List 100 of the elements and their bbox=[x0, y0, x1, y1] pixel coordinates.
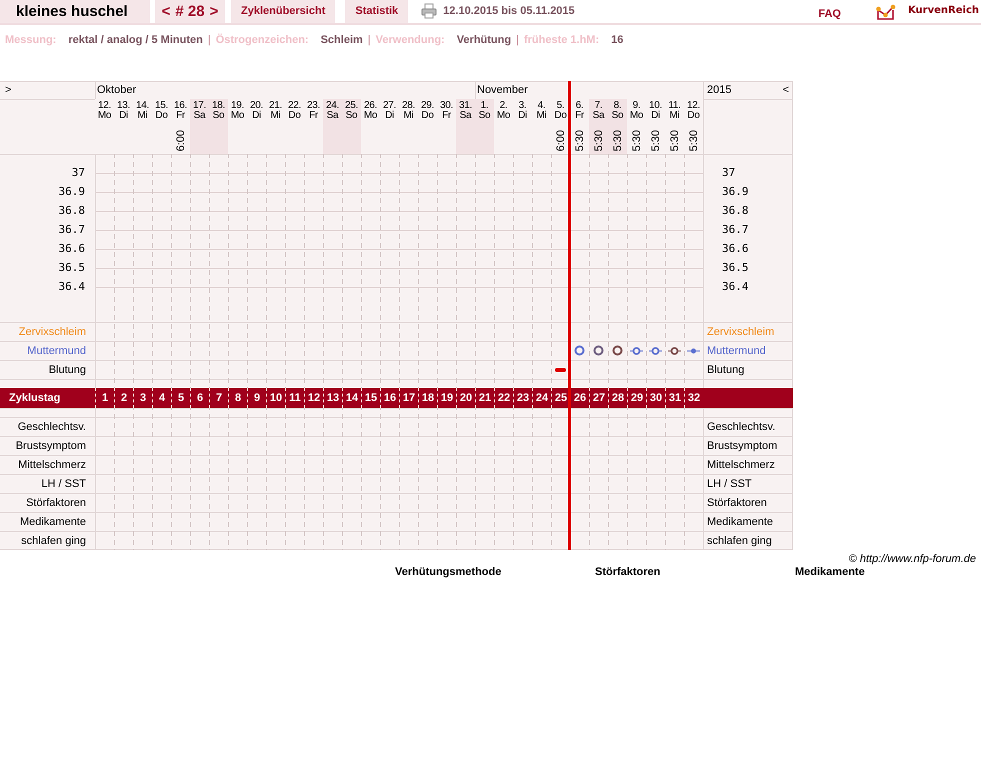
cycle-day-number: 30 bbox=[646, 388, 665, 408]
info-label: früheste 1.hM: bbox=[524, 34, 600, 46]
date-label: 23. bbox=[306, 101, 320, 111]
date-label: 9. bbox=[632, 101, 640, 111]
time-label: 6:00 bbox=[176, 130, 186, 152]
row-label: schlafen ging bbox=[20, 534, 87, 548]
separator: | bbox=[368, 34, 371, 46]
row-label: schlafen ging bbox=[706, 534, 773, 548]
cycle-day-number: 5 bbox=[171, 388, 190, 408]
legend-heading: Verhütungsmethode bbox=[395, 566, 502, 578]
weekday-label: Mo bbox=[630, 111, 644, 121]
date-label: 7. bbox=[594, 101, 602, 111]
temperature-label: 36.9 bbox=[58, 184, 85, 200]
temperature-label: 36.4 bbox=[722, 279, 750, 295]
cycle-day-number: 31 bbox=[665, 388, 684, 408]
weekday-label: Di bbox=[385, 111, 394, 121]
weekday-label: Do bbox=[687, 111, 700, 121]
row-label: Geschlechtsv. bbox=[16, 420, 87, 434]
weekday-label: Mi bbox=[536, 111, 546, 121]
cycle-day-number: 7 bbox=[209, 388, 228, 408]
date-label: 27. bbox=[382, 101, 396, 111]
date-label: 4. bbox=[538, 101, 546, 111]
row-label: Zervixschleim bbox=[706, 324, 776, 340]
nav-tab[interactable]: Statistik bbox=[345, 0, 408, 23]
time-label: 5:30 bbox=[670, 130, 680, 152]
row-label: Zervixschleim bbox=[18, 324, 87, 340]
date-label: 13. bbox=[116, 101, 130, 111]
collapse-right-button[interactable]: < bbox=[782, 84, 789, 96]
date-label: 5. bbox=[556, 101, 564, 111]
temperature-label: 36.8 bbox=[58, 203, 85, 219]
info-label: Messung: bbox=[5, 34, 56, 46]
temperature-label: 36.8 bbox=[722, 203, 750, 219]
cycle-day-number: 4 bbox=[152, 388, 171, 408]
row-label: Blutung bbox=[48, 362, 87, 378]
temperature-label: 36.4 bbox=[58, 279, 85, 295]
cycle-day-number: 6 bbox=[190, 388, 209, 408]
row-label: Medikamente bbox=[18, 514, 87, 530]
cycle-day-number: 14 bbox=[342, 388, 361, 408]
weekday-label: Fr bbox=[309, 111, 318, 121]
weekday-label: So bbox=[612, 111, 624, 121]
row-label: Brustsymptom bbox=[706, 438, 778, 454]
row-label: Geschlechtsv. bbox=[706, 420, 776, 434]
info-value: Schleim bbox=[320, 34, 363, 46]
weekday-label: Sa bbox=[460, 111, 472, 121]
weekday-label: Sa bbox=[194, 111, 206, 121]
weekday-label: Mo bbox=[230, 111, 244, 121]
date-label: 28. bbox=[402, 101, 415, 111]
cycle-day-number: 22 bbox=[494, 388, 513, 408]
weekday-label: Mi bbox=[270, 111, 280, 121]
time-label: 6:00 bbox=[556, 130, 566, 152]
weekday-label: Sa bbox=[592, 111, 604, 121]
logo-icon bbox=[876, 4, 896, 21]
temperature-label: 36.7 bbox=[722, 222, 750, 238]
printer-icon[interactable] bbox=[421, 3, 438, 19]
cycle-day-number: 12 bbox=[304, 388, 323, 408]
previous-cycle-link[interactable]: < bbox=[162, 0, 170, 23]
temperature-label: 36.5 bbox=[58, 260, 85, 276]
row-label: Muttermund bbox=[706, 344, 767, 358]
cycle-day-number: 15 bbox=[361, 388, 380, 408]
cycle-day-number: 23 bbox=[513, 388, 532, 408]
row-label: Mittelschmerz bbox=[706, 458, 776, 472]
separator: | bbox=[516, 34, 519, 46]
date-label: 12. bbox=[98, 101, 111, 111]
info-label: Verwendung: bbox=[376, 34, 445, 46]
cycle-day-number: 24 bbox=[532, 388, 551, 408]
cycle-day-number: 3 bbox=[133, 388, 152, 408]
cycle-day-number: 13 bbox=[323, 388, 342, 408]
temperature-label: 36.7 bbox=[58, 222, 85, 238]
month-label: November bbox=[476, 83, 529, 98]
next-cycle-link[interactable]: > bbox=[210, 0, 218, 23]
date-label: 26. bbox=[364, 101, 377, 111]
date-label: 14. bbox=[136, 101, 149, 111]
nav-tab[interactable]: Zyklenübersicht bbox=[231, 0, 336, 23]
logo-text: KurvenReich bbox=[908, 4, 979, 18]
weekday-label: Di bbox=[119, 111, 128, 121]
legend-heading: Störfaktoren bbox=[595, 566, 660, 578]
cycle-day-number: 21 bbox=[475, 388, 494, 408]
month-label: Oktober bbox=[96, 83, 138, 98]
row-label: Störfaktoren bbox=[25, 496, 87, 510]
row-label: LH / SST bbox=[40, 476, 87, 492]
weekday-label: So bbox=[346, 111, 358, 121]
cycle-day-number: 18 bbox=[418, 388, 437, 408]
cycle-day-number: 8 bbox=[228, 388, 247, 408]
weekday-label: Do bbox=[554, 111, 567, 121]
faq-link[interactable]: FAQ bbox=[818, 0, 841, 23]
copyright-link[interactable]: © http://www.nfp-forum.de bbox=[848, 553, 976, 565]
weekday-label: Fr bbox=[176, 111, 185, 121]
weekday-label: Mi bbox=[670, 111, 680, 121]
weekday-label: Di bbox=[252, 111, 261, 121]
info-label: Östrogenzeichen: bbox=[216, 34, 309, 46]
date-label: 19. bbox=[230, 101, 244, 111]
temperature-label: 36.9 bbox=[722, 184, 750, 200]
date-range: 12.10.2015 bis 05.11.2015 bbox=[443, 4, 575, 19]
weekday-label: Di bbox=[518, 111, 527, 121]
weekday-label: Fr bbox=[442, 111, 451, 121]
date-label: 16. bbox=[174, 101, 187, 111]
cycle-day-number: 9 bbox=[247, 388, 266, 408]
expand-left-button[interactable]: > bbox=[5, 84, 12, 96]
separator: | bbox=[208, 34, 211, 46]
cycle-day-number: 29 bbox=[627, 388, 646, 408]
